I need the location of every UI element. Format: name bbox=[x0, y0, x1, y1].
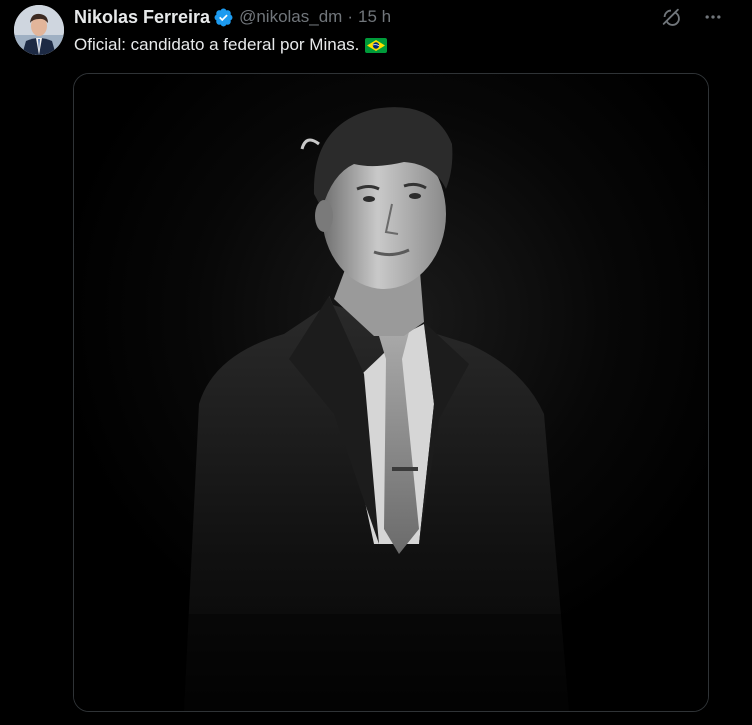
brazil-flag-icon bbox=[365, 37, 388, 53]
author-handle[interactable]: @nikolas_dm bbox=[239, 7, 342, 27]
tweet-header: Nikolas Ferreira @nikolas_dm · 15 h bbox=[74, 6, 391, 28]
more-icon[interactable] bbox=[702, 6, 724, 28]
tweet[interactable]: Nikolas Ferreira @nikolas_dm · 15 h Ofic… bbox=[0, 0, 752, 725]
separator-dot: · bbox=[347, 7, 353, 26]
tweet-text-content: Oficial: candidato a federal por Minas. bbox=[74, 35, 360, 54]
tweet-text: Oficial: candidato a federal por Minas. bbox=[74, 35, 388, 55]
grok-icon[interactable] bbox=[660, 6, 682, 28]
tweet-photo[interactable] bbox=[73, 73, 709, 712]
avatar[interactable] bbox=[14, 5, 64, 55]
tweet-actions bbox=[660, 6, 724, 28]
verified-badge-icon bbox=[213, 7, 234, 28]
timestamp[interactable]: 15 h bbox=[358, 7, 391, 27]
author-name[interactable]: Nikolas Ferreira bbox=[74, 7, 210, 28]
portrait-photo bbox=[74, 74, 708, 711]
